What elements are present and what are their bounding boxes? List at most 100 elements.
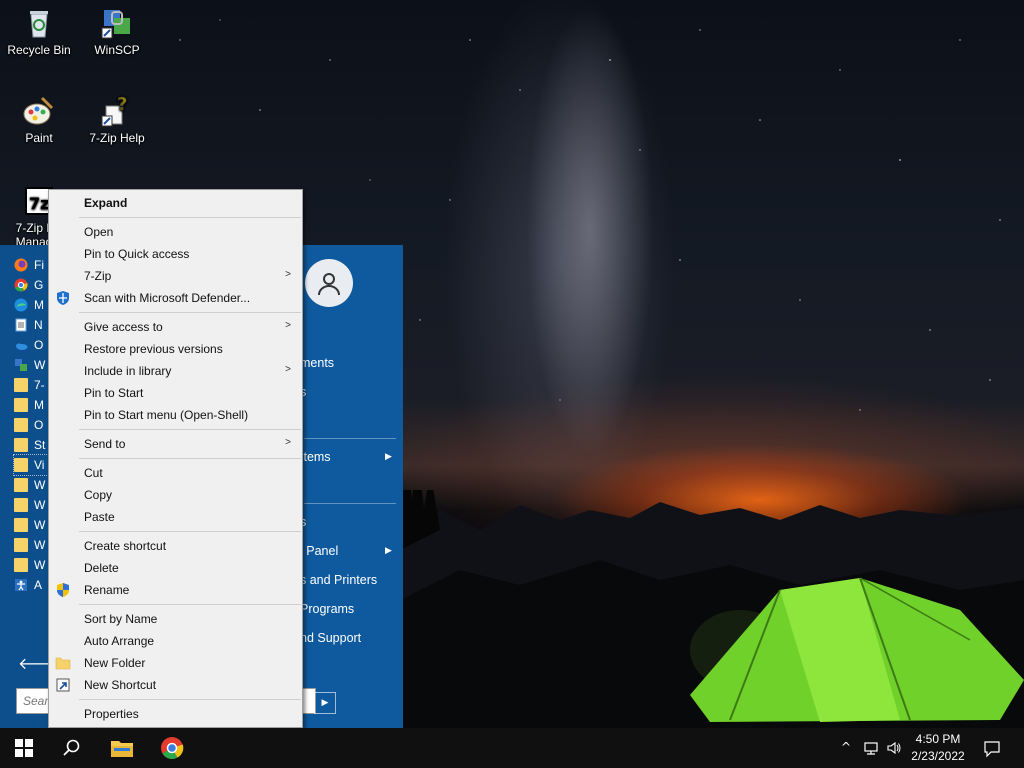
program-label: Vi (34, 458, 45, 472)
taskbar: ^ 4:50 PM 2/23/2022 (0, 728, 1024, 768)
file-explorer-icon (111, 741, 133, 757)
start-separator (304, 438, 396, 439)
ctx-label: Pin to Start (84, 386, 144, 400)
ctx-item-7zip[interactable]: 7-Zip > (50, 265, 301, 287)
start-right-label: s and Printers (300, 573, 378, 587)
start-right-label: l Panel (300, 544, 339, 558)
clock-time: 4:50 PM (915, 732, 961, 746)
desktop-icon-recycle-bin[interactable]: Recycle Bin (0, 6, 78, 57)
ctx-label: Paste (84, 510, 115, 524)
ctx-item-scan-defender[interactable]: Scan with Microsoft Defender... (50, 287, 301, 309)
desktop-icon-label: Paint (25, 131, 53, 145)
folder-icon (14, 438, 28, 452)
wallpaper-tent (690, 577, 1024, 722)
folder-icon (14, 478, 28, 492)
clock-date: 2/23/2022 (911, 749, 965, 763)
chevron-right-icon: > (285, 320, 291, 331)
uac-shield-icon (57, 583, 69, 597)
ctx-item-pin-start-openshell[interactable]: Pin to Start menu (Open-Shell) (50, 404, 301, 426)
ctx-label: Create shortcut (84, 539, 167, 553)
ctx-item-auto-arrange[interactable]: Auto Arrange (50, 630, 301, 652)
chrome-taskbar-button[interactable] (148, 728, 196, 768)
ctx-item-create-shortcut[interactable]: Create shortcut (50, 535, 301, 557)
ctx-separator (79, 458, 301, 459)
folder-icon (14, 418, 28, 432)
ctx-item-new-folder[interactable]: New Folder (50, 652, 301, 674)
shutdown-options-button[interactable]: ▶ (314, 692, 336, 714)
chevron-right-icon: ▶ (385, 546, 392, 556)
desktop-icon-paint[interactable]: Paint (0, 94, 78, 145)
defender-shield-icon (57, 291, 69, 305)
start-right-item-control-panel[interactable]: l Panel (300, 544, 338, 558)
folder-icon (14, 398, 28, 412)
ctx-item-include-library[interactable]: Include in library > (50, 360, 301, 382)
program-label: W (34, 478, 46, 492)
user-icon (318, 273, 340, 296)
network-icon[interactable] (863, 740, 879, 756)
start-right-item-devices-printers[interactable]: s and Printers (300, 573, 377, 587)
ctx-separator (79, 429, 301, 430)
chevron-right-icon: > (285, 269, 291, 280)
ctx-item-new-shortcut[interactable]: New Shortcut (50, 674, 301, 696)
chrome-icon (161, 737, 184, 759)
folder-icon (14, 538, 28, 552)
accessibility-icon (15, 579, 27, 591)
ctx-label: Include in library (84, 364, 172, 378)
ctx-label: Cut (84, 466, 103, 480)
start-right-item-recent-items[interactable]: Items (300, 450, 331, 464)
clock[interactable]: 4:50 PM 2/23/2022 (900, 731, 976, 765)
folder-icon (55, 657, 71, 670)
ctx-item-pin-start[interactable]: Pin to Start (50, 382, 301, 404)
program-label: W (34, 538, 46, 552)
ctx-item-delete[interactable]: Delete (50, 557, 301, 579)
start-button[interactable] (0, 728, 48, 768)
chevron-up-icon[interactable]: ^ (838, 740, 854, 756)
ctx-item-send-to[interactable]: Send to > (50, 433, 301, 455)
ctx-separator (79, 531, 301, 532)
program-label: A (34, 578, 43, 592)
search-button[interactable] (48, 728, 96, 768)
start-right-item-default-programs[interactable]: Programs (300, 602, 354, 616)
ctx-label: Sort by Name (84, 612, 158, 626)
start-right-label: nd Support (300, 631, 362, 645)
ctx-item-cut[interactable]: Cut (50, 462, 301, 484)
ctx-item-copy[interactable]: Copy (50, 484, 301, 506)
ctx-item-properties[interactable]: Properties (50, 703, 301, 725)
ctx-item-pin-quick-access[interactable]: Pin to Quick access (50, 243, 301, 265)
program-label: O (34, 418, 44, 432)
desktop-icon-winscp[interactable]: WinSCP (78, 6, 156, 57)
notification-center-icon[interactable] (983, 740, 1001, 758)
ctx-item-open[interactable]: Open (50, 221, 301, 243)
ctx-item-sort-by-name[interactable]: Sort by Name (50, 608, 301, 630)
start-right-item-help-support[interactable]: nd Support (300, 631, 361, 645)
ctx-item-paste[interactable]: Paste (50, 506, 301, 528)
ctx-separator (79, 312, 301, 313)
ctx-label: 7-Zip (84, 269, 112, 283)
folder-icon (14, 458, 28, 472)
desktop-icon-label: WinSCP (94, 43, 140, 57)
program-label: M (34, 398, 44, 412)
svg-text:?: ? (117, 94, 127, 115)
start-right-item-documents[interactable]: ments (300, 356, 334, 370)
notepad-icon (15, 318, 27, 332)
folder-icon (14, 378, 28, 392)
ctx-item-restore-versions[interactable]: Restore previous versions (50, 338, 301, 360)
program-label: W (34, 498, 46, 512)
program-label: Fi (34, 258, 44, 272)
chevron-right-icon: > (285, 437, 291, 448)
ctx-label: Scan with Microsoft Defender... (84, 291, 251, 305)
ctx-label: New Folder (84, 656, 146, 670)
svg-text:7z: 7z (29, 194, 49, 213)
folder-icon (14, 518, 28, 532)
user-avatar[interactable] (305, 259, 353, 307)
ctx-separator (79, 217, 301, 218)
file-explorer-button[interactable] (98, 728, 146, 768)
desktop-icon-7zip-help[interactable]: ? 7-Zip Help (78, 94, 156, 145)
ctx-item-expand[interactable]: Expand (50, 192, 301, 214)
ctx-item-give-access[interactable]: Give access to > (50, 316, 301, 338)
start-right-label: ments (300, 356, 335, 370)
ctx-label: Pin to Quick access (84, 247, 190, 261)
ctx-item-rename[interactable]: Rename (50, 579, 301, 601)
start-separator (304, 503, 396, 504)
ctx-label: Pin to Start menu (Open-Shell) (84, 408, 249, 422)
